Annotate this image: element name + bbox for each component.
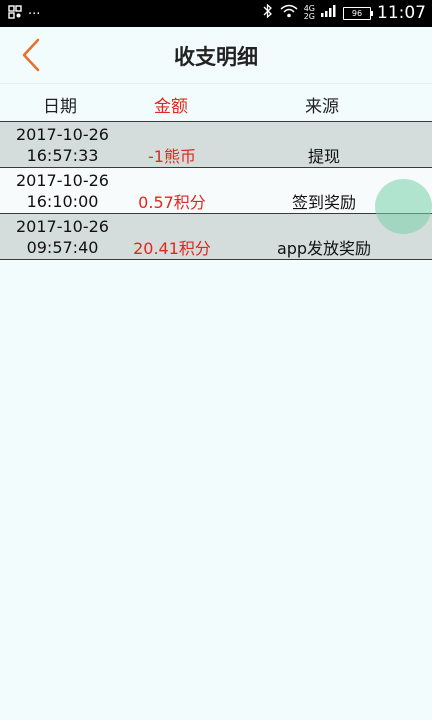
record-date: 2017-10-26 — [16, 125, 109, 144]
notification-icon — [8, 5, 22, 23]
status-left: ··· — [8, 5, 40, 23]
record-amount: -1熊币 — [148, 147, 196, 166]
wifi-icon — [280, 4, 298, 22]
table-row[interactable]: 2017-10-26 09:57:40 20.41积分 app发放奖励 — [0, 213, 432, 260]
record-source: 签到奖励 — [291, 193, 356, 212]
status-time: 11:07 — [377, 3, 426, 23]
signal-icon — [321, 5, 337, 21]
column-header-date: 日期 — [43, 97, 77, 117]
record-source: 提现 — [307, 147, 340, 166]
table-row[interactable]: 2017-10-26 16:57:33 -1熊币 提现 — [0, 121, 432, 167]
record-source: app发放奖励 — [276, 239, 372, 258]
records-list: 2017-10-26 16:57:33 -1熊币 提现 2017-10-26 1… — [0, 121, 432, 260]
record-date: 2017-10-26 — [16, 171, 109, 190]
status-bar: ··· 4G 2G 96 11:07 — [0, 0, 432, 27]
record-amount: 20.41积分 — [133, 239, 211, 258]
app-header: 收支明细 — [0, 27, 432, 84]
record-date: 2017-10-26 — [16, 217, 109, 236]
battery-icon: 96 — [343, 6, 373, 20]
column-header-source: 来源 — [305, 97, 339, 117]
bluetooth-icon — [262, 3, 274, 23]
page-title: 收支明细 — [174, 45, 258, 69]
record-amount: 0.57积分 — [138, 193, 206, 212]
network-type: 4G 2G — [303, 4, 315, 21]
table-row[interactable]: 2017-10-26 16:10:00 0.57积分 签到奖励 — [0, 167, 432, 213]
table-header: 日期 金额 来源 — [0, 84, 432, 121]
status-right: 4G 2G 96 11:07 — [262, 3, 426, 23]
more-dots-icon: ··· — [28, 6, 41, 22]
floating-assist-button[interactable] — [375, 179, 432, 234]
column-header-amount: 金额 — [154, 97, 188, 117]
